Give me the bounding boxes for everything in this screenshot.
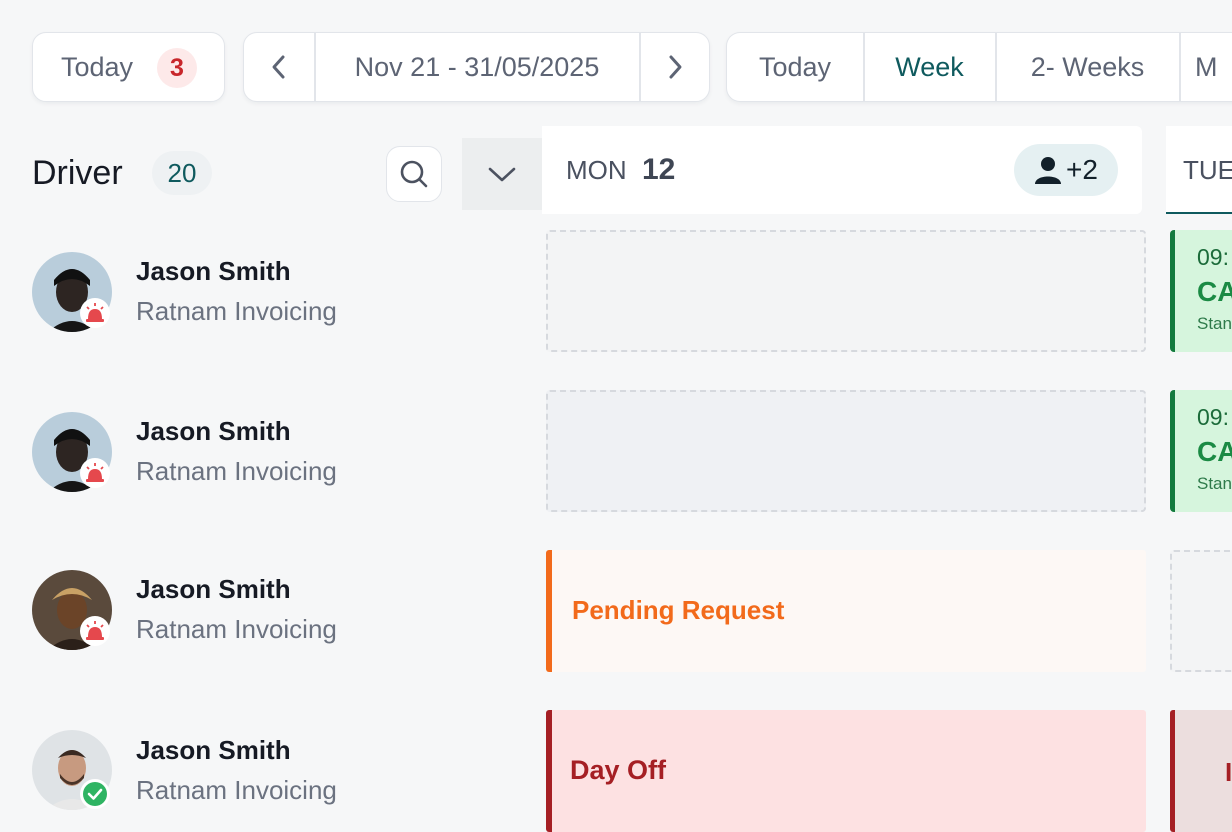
day-label-mon: MON	[566, 155, 627, 185]
day-off-label: Day Off	[570, 755, 667, 785]
day-number-mon: 12	[642, 153, 676, 186]
chevron-right-icon	[669, 55, 682, 79]
view-month-tab[interactable]: M	[1195, 33, 1218, 101]
driver-status-alert	[80, 616, 110, 646]
extra-users-count: +2	[1066, 154, 1098, 185]
alarm-icon	[86, 463, 104, 482]
date-range-navigator: Nov 21 - 31/05/2025	[243, 32, 710, 102]
driver-name[interactable]: Jason Smith	[136, 574, 291, 605]
day-header-mon[interactable]: MON 12 +2	[542, 126, 1142, 214]
view-2-weeks-tab[interactable]: 2- Weeks	[996, 33, 1179, 101]
view-today-tab[interactable]: Today	[727, 33, 863, 101]
driver-name[interactable]: Jason Smith	[136, 256, 291, 287]
schedule-cell-empty[interactable]	[1170, 550, 1232, 672]
expand-toggle-button[interactable]	[462, 138, 542, 210]
sidebar-title: Driver	[32, 154, 123, 192]
shift-card[interactable]: 09: CA Stan	[1170, 390, 1232, 512]
schedule-cell-empty[interactable]	[546, 230, 1146, 352]
day-off-cell[interactable]: I	[1170, 710, 1232, 832]
driver-status-alert	[80, 298, 110, 328]
shift-card[interactable]: 09: CA Stan	[1170, 230, 1232, 352]
shift-time: 09:	[1197, 404, 1229, 430]
user-icon	[1035, 157, 1062, 184]
next-range-button[interactable]	[640, 33, 710, 101]
check-circle-icon	[83, 782, 107, 806]
assigned-users-chip[interactable]: +2	[1014, 144, 1118, 196]
shift-code: CA	[1197, 276, 1232, 307]
driver-status-ok	[80, 779, 110, 809]
chevron-down-icon	[488, 167, 516, 182]
prev-range-button[interactable]	[244, 33, 314, 101]
shift-subtitle: Stan	[1197, 314, 1232, 333]
shift-subtitle: Stan	[1197, 474, 1232, 493]
day-off-cell[interactable]: Day Off	[546, 710, 1146, 832]
driver-company: Ratnam Invoicing	[136, 296, 337, 326]
shift-time: 09:	[1197, 244, 1229, 270]
view-week-tab[interactable]: Week	[864, 33, 995, 101]
day-label-tue: TUE	[1183, 155, 1232, 185]
today-count-badge: 3	[157, 48, 197, 88]
driver-company: Ratnam Invoicing	[136, 775, 337, 805]
driver-name[interactable]: Jason Smith	[136, 416, 291, 447]
pending-request-cell[interactable]: Pending Request	[546, 550, 1146, 672]
today-filter-label: Today	[61, 51, 134, 82]
alarm-icon	[86, 303, 104, 322]
driver-name[interactable]: Jason Smith	[136, 735, 291, 766]
day-off-label-clipped: I	[1225, 757, 1232, 787]
today-filter-button[interactable]: Today 3	[32, 32, 225, 102]
shift-code: CA	[1197, 436, 1232, 467]
search-button[interactable]	[386, 146, 442, 202]
day-header-tue[interactable]: TUE	[1166, 126, 1232, 214]
chevron-left-icon	[272, 55, 285, 79]
view-switcher: Today Week 2- Weeks M	[726, 32, 1232, 102]
alarm-icon	[86, 621, 104, 640]
pending-request-label: Pending Request	[572, 595, 785, 625]
schedule-cell-empty[interactable]	[546, 390, 1146, 512]
driver-status-alert	[80, 458, 110, 488]
driver-company: Ratnam Invoicing	[136, 456, 337, 486]
driver-company: Ratnam Invoicing	[136, 614, 337, 644]
search-icon	[400, 160, 428, 188]
date-range-label[interactable]: Nov 21 - 31/05/2025	[315, 33, 639, 101]
driver-count-badge: 20	[152, 151, 212, 195]
